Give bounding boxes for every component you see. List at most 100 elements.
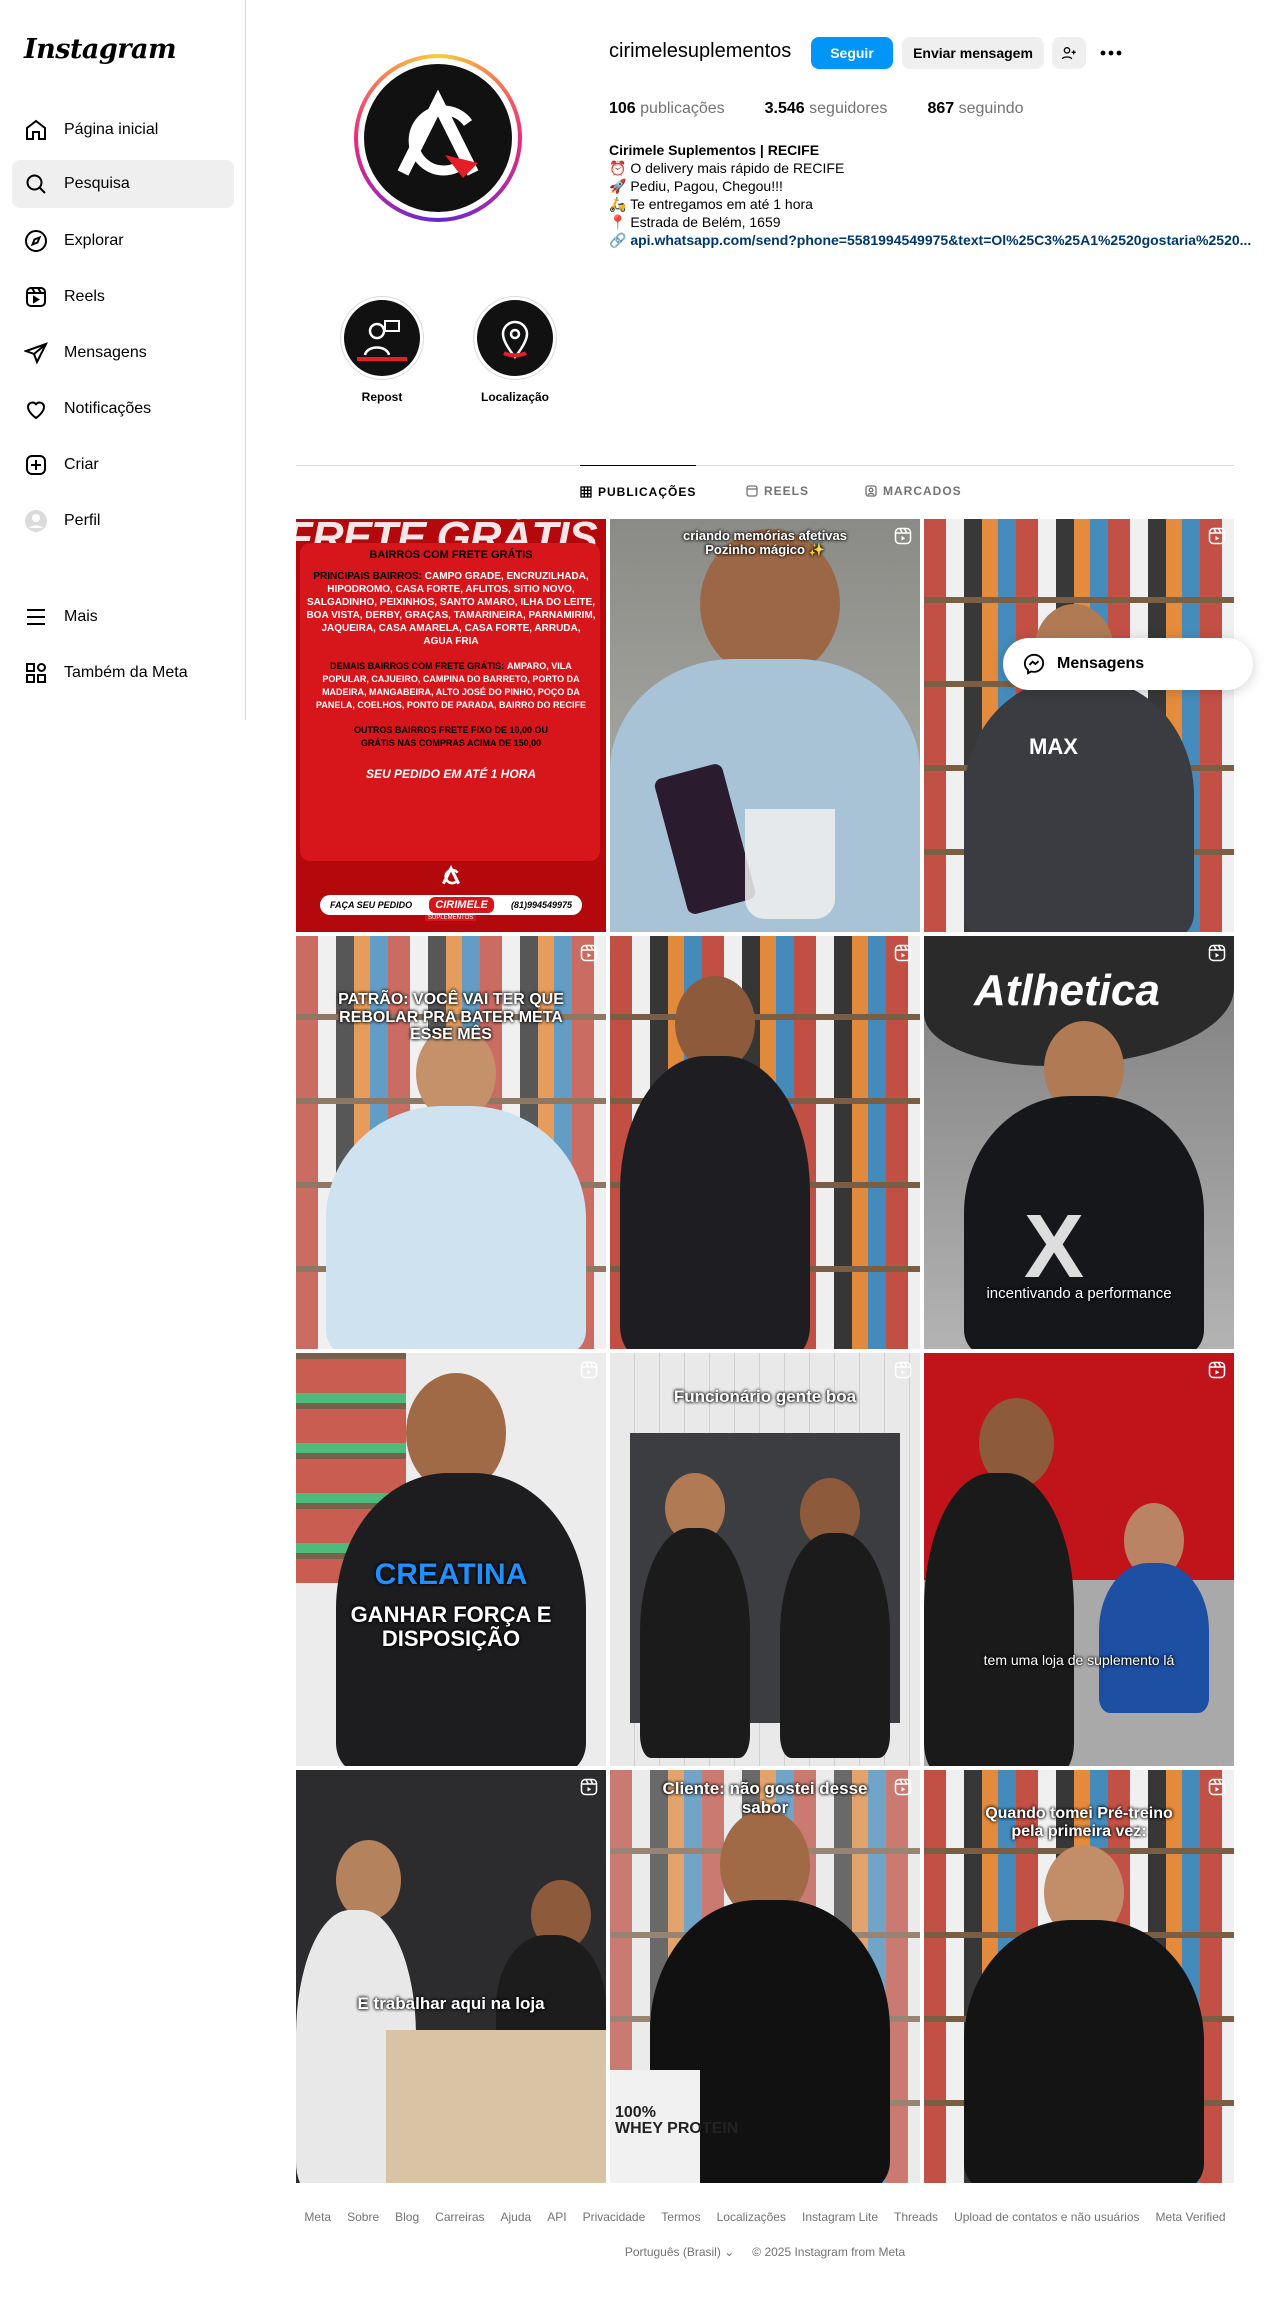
reel-indicator-icon bbox=[894, 1778, 912, 1796]
post-caption: Cliente: não gostei desse sabor bbox=[662, 1779, 868, 1817]
profile-avatar[interactable] bbox=[354, 54, 522, 222]
post-tile[interactable]: E trabalhar aqui na loja bbox=[296, 1770, 606, 2183]
reel-indicator-icon bbox=[894, 944, 912, 962]
post-text: FAÇA SEU PEDIDO bbox=[330, 900, 413, 910]
sidebar-item-search[interactable]: Pesquisa bbox=[12, 160, 234, 208]
post-text: BAIRROS COM FRETE GRÁTIS bbox=[369, 549, 533, 561]
profile-username: cirimelesuplementos bbox=[609, 40, 792, 62]
sidebar-item-create[interactable]: Criar bbox=[12, 441, 234, 489]
more-options-button[interactable] bbox=[1094, 37, 1128, 69]
tab-posts[interactable]: PUBLICAÇÕES bbox=[580, 465, 697, 517]
grid-icon bbox=[580, 485, 592, 498]
copyright: © 2025 Instagram from Meta bbox=[752, 2245, 906, 2259]
sidebar-item-explore[interactable]: Explorar bbox=[12, 217, 234, 265]
brand-logo-icon bbox=[441, 864, 461, 885]
post-tile[interactable]: MAX bbox=[924, 519, 1234, 932]
reels-icon bbox=[746, 485, 758, 497]
highlight-location[interactable]: Localização bbox=[470, 296, 560, 404]
post-caption: E trabalhar aqui na loja bbox=[357, 1994, 545, 2013]
profile-icon bbox=[24, 509, 48, 533]
footer-link[interactable]: Meta bbox=[304, 2210, 331, 2224]
post-caption: incentivando a performance bbox=[986, 1285, 1172, 1302]
footer-link[interactable]: Termos bbox=[661, 2210, 700, 2224]
home-icon bbox=[24, 118, 48, 142]
language-selector[interactable]: Português (Brasil) ⌄ bbox=[625, 2245, 734, 2259]
explore-icon bbox=[24, 229, 48, 253]
post-tile[interactable]: FRETE GRÁTIS BAIRROS COM FRETE GRÁTIS PR… bbox=[296, 519, 606, 932]
post-text: DEMAIS BAIRROS COM FRETE GRÁTIS: bbox=[330, 661, 505, 671]
post-tile[interactable]: Quando tomei Pré-treino pela primeira ve… bbox=[924, 1770, 1234, 2183]
reel-indicator-icon bbox=[894, 527, 912, 545]
post-tile[interactable] bbox=[610, 936, 920, 1349]
highlight-label: Repost bbox=[361, 390, 403, 404]
highlight-repost[interactable]: Repost bbox=[337, 296, 427, 404]
reel-indicator-icon bbox=[580, 944, 598, 962]
reel-indicator-icon bbox=[1208, 1361, 1226, 1379]
reel-indicator-icon bbox=[1208, 527, 1226, 545]
follow-button[interactable]: Seguir bbox=[811, 37, 893, 69]
bio-line: 📍 Estrada de Belém, 1659 bbox=[609, 214, 781, 230]
suggest-user-button[interactable] bbox=[1052, 37, 1086, 69]
footer-bottom: Português (Brasil) ⌄ © 2025 Instagram fr… bbox=[296, 2245, 1234, 2259]
post-tile[interactable]: Funcionário gente boa bbox=[610, 1353, 920, 1766]
sidebar-item-label: Perfil bbox=[64, 512, 101, 529]
post-tile[interactable]: CREATINA GANHAR FORÇA E DISPOSIÇÃO bbox=[296, 1353, 606, 1766]
profile-bio: Cirimele Suplementos | RECIFE ⏰ O delive… bbox=[609, 141, 1251, 249]
bio-line: 🛵 Te entregamos em até 1 hora bbox=[609, 196, 813, 212]
post-caption: GANHAR FORÇA E DISPOSIÇÃO bbox=[350, 1602, 552, 1652]
footer-link[interactable]: Carreiras bbox=[435, 2210, 484, 2224]
sidebar-item-profile[interactable]: Perfil bbox=[12, 497, 234, 545]
tab-tagged[interactable]: MARCADOS bbox=[865, 465, 962, 517]
sidebar-item-messages[interactable]: Mensagens bbox=[12, 329, 234, 377]
location-icon bbox=[501, 320, 529, 359]
footer-link[interactable]: Sobre bbox=[347, 2210, 379, 2224]
post-caption: PATRÃO: VOCÊ VAI TER QUE REBOLAR PRA BAT… bbox=[338, 991, 564, 1044]
post-caption: tem uma loja de suplemento lá bbox=[983, 1652, 1175, 1668]
footer-link[interactable]: Ajuda bbox=[501, 2210, 532, 2224]
post-text: (81)994549975 bbox=[510, 900, 572, 910]
sidebar-item-more[interactable]: Mais bbox=[12, 593, 234, 641]
footer-link[interactable]: API bbox=[547, 2210, 566, 2224]
bio-line: ⏰ O delivery mais rápido de RECIFE bbox=[609, 160, 845, 176]
messages-icon bbox=[24, 341, 48, 365]
post-caption: criando memórias afetivas Pozinho mágico… bbox=[682, 528, 848, 558]
post-tile[interactable]: tem uma loja de suplemento lá bbox=[924, 1353, 1234, 1766]
menu-icon bbox=[24, 605, 48, 629]
tab-reels[interactable]: REELS bbox=[746, 465, 809, 517]
post-tile[interactable]: Atlhetica X incentivando a performance bbox=[924, 936, 1234, 1349]
reel-indicator-icon bbox=[1208, 944, 1226, 962]
post-caption: CREATINA bbox=[374, 1558, 528, 1591]
footer-link[interactable]: Localizações bbox=[717, 2210, 786, 2224]
post-text: PRINCIPAIS BAIRROS: bbox=[313, 571, 423, 582]
sidebar-item-also-from-meta[interactable]: Também da Meta bbox=[12, 649, 234, 697]
footer-link[interactable]: Upload de contatos e não usuários bbox=[954, 2210, 1139, 2224]
profile-stats: 106 publicações 3.546 seguidores 867 seg… bbox=[609, 100, 1024, 118]
sidebar-item-home[interactable]: Página inicial bbox=[12, 106, 234, 154]
sidebar-item-label: Mensagens bbox=[64, 344, 147, 361]
footer-link[interactable]: Blog bbox=[395, 2210, 419, 2224]
posts-grid: FRETE GRÁTIS BAIRROS COM FRETE GRÁTIS PR… bbox=[296, 519, 1234, 2183]
post-tile[interactable]: criando memórias afetivas Pozinho mágico… bbox=[610, 519, 920, 932]
post-tile[interactable]: 100% WHEY PROTEIN Cliente: não gostei des… bbox=[610, 1770, 920, 2183]
bio-line: 🚀 Pediu, Pagou, Chegou!!! bbox=[609, 178, 783, 194]
search-icon bbox=[24, 172, 48, 196]
reels-icon bbox=[24, 285, 48, 309]
tagged-icon bbox=[865, 485, 877, 497]
sidebar-item-label: Reels bbox=[64, 288, 105, 305]
footer-link[interactable]: Privacidade bbox=[583, 2210, 646, 2224]
sidebar-item-notifications[interactable]: Notificações bbox=[12, 385, 234, 433]
brand-banner-text: Atlhetica bbox=[974, 966, 1160, 1015]
following-stat[interactable]: 867 seguindo bbox=[927, 100, 1023, 118]
instagram-logo[interactable]: Instagram bbox=[24, 34, 177, 65]
footer-link[interactable]: Instagram Lite bbox=[802, 2210, 878, 2224]
bio-link[interactable]: 🔗 api.whatsapp.com/send?phone=5581994549… bbox=[609, 231, 1251, 249]
footer-link[interactable]: Threads bbox=[894, 2210, 938, 2224]
footer-link[interactable]: Meta Verified bbox=[1156, 2210, 1226, 2224]
reel-indicator-icon bbox=[1208, 1778, 1226, 1796]
product-label: 100% WHEY PROTEIN bbox=[615, 2104, 739, 2137]
followers-stat[interactable]: 3.546 seguidores bbox=[765, 100, 888, 118]
sidebar-item-reels[interactable]: Reels bbox=[12, 273, 234, 321]
post-tile[interactable]: PATRÃO: VOCÊ VAI TER QUE REBOLAR PRA BAT… bbox=[296, 936, 606, 1349]
messages-floating-button[interactable]: Mensagens bbox=[1003, 638, 1253, 690]
send-message-button[interactable]: Enviar mensagem bbox=[902, 37, 1044, 69]
